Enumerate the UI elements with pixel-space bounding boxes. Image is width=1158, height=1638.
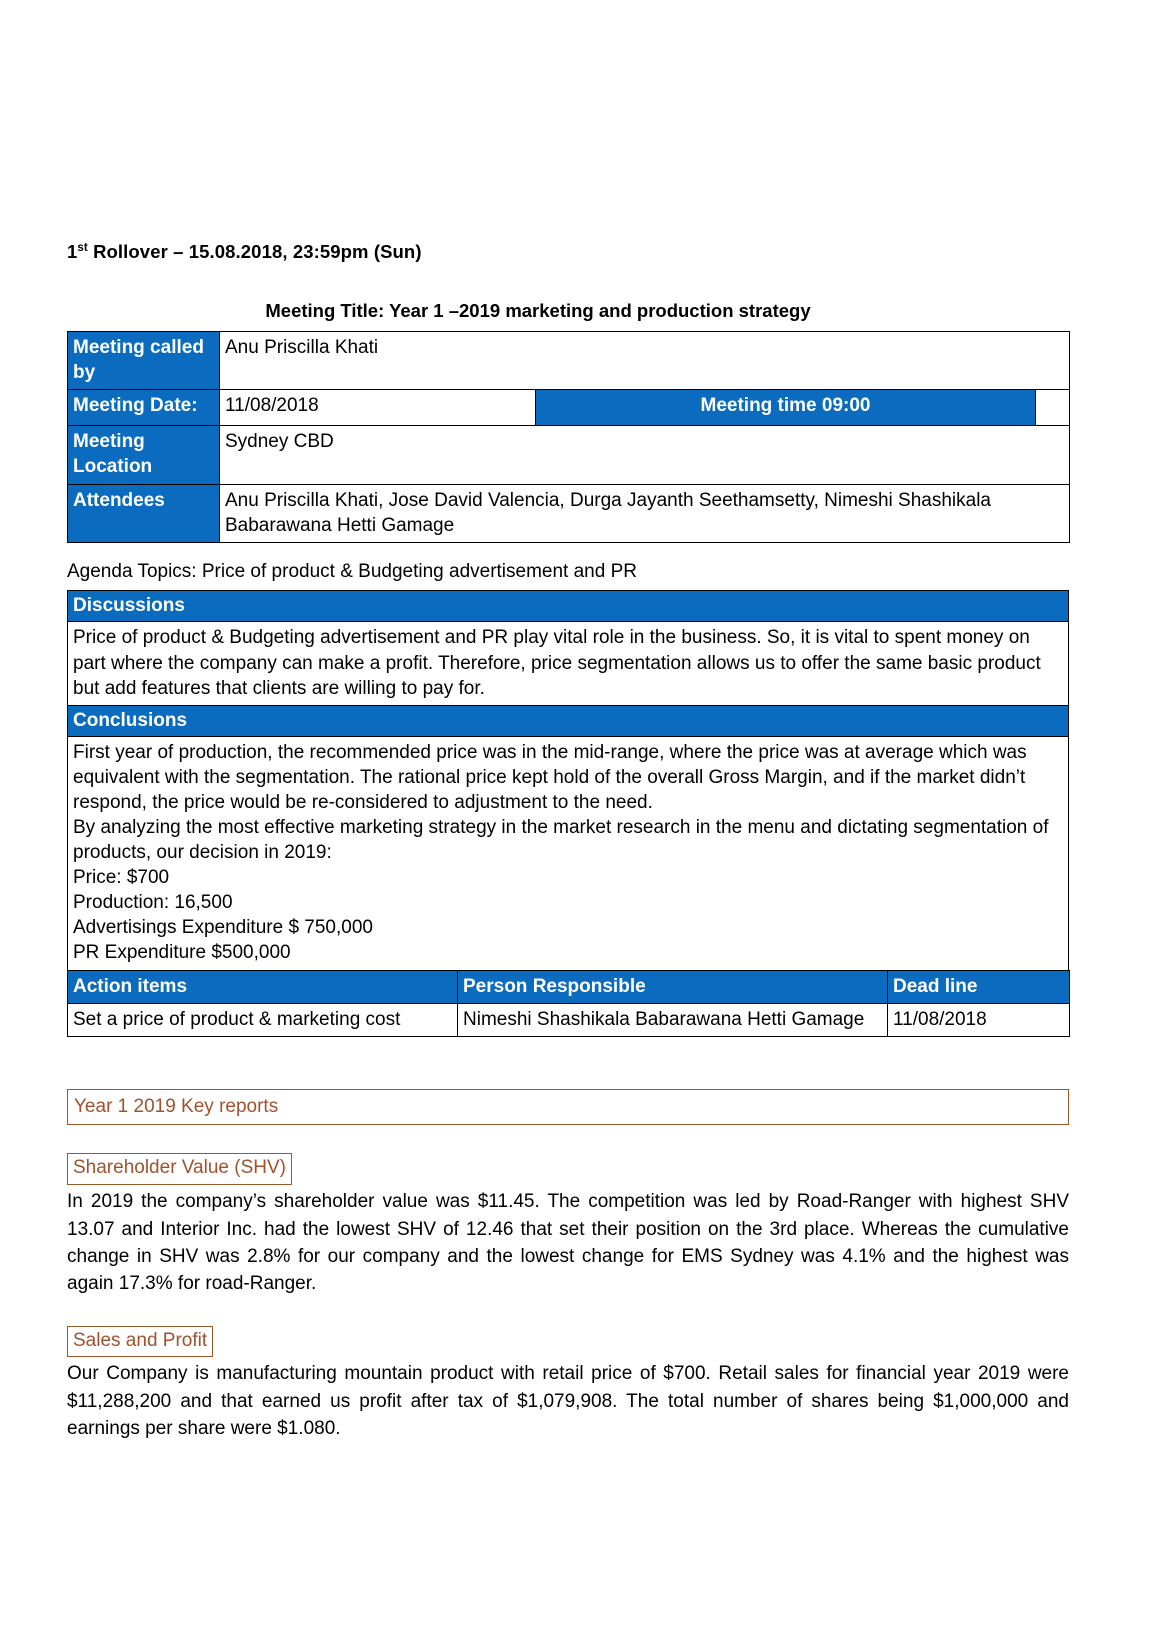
meeting-title: Meeting Title: Year 1 –2019 marketing an… — [265, 300, 811, 322]
agenda-topics-line: Agenda Topics: Price of product & Budget… — [67, 560, 637, 582]
table-row: Meeting Date: 11/08/2018 Meeting time 09… — [67, 389, 1071, 427]
meeting-info-spacer-cell — [1034, 389, 1071, 427]
action-items-table: Action items Person Responsible Dead lin… — [67, 969, 1070, 1037]
conclusions-paragraph-1: First year of production, the recommende… — [73, 741, 1027, 813]
conclusions-production-line: Production: 16,500 — [73, 892, 233, 914]
sales-and-profit-paragraph: Our Company is manufacturing mountain pr… — [67, 1363, 1069, 1440]
meeting-date-value: 11/08/2018 — [219, 389, 536, 427]
rollover-heading-ordinal-suffix: st — [77, 241, 88, 254]
shv-heading-wrap: Shareholder Value (SHV) — [67, 1153, 1069, 1186]
conclusions-header: Conclusions — [67, 704, 1069, 737]
discussions-header: Discussions — [67, 590, 1069, 623]
table-row: Set a price of product & marketing cost … — [67, 1002, 1070, 1037]
conclusions-pr-line: PR Expenditure $500,000 — [73, 942, 291, 964]
document-page: 1st Rollover – 15.08.2018, 23:59pm (Sun)… — [0, 0, 1158, 1638]
table-header-row: Action items Person Responsible Dead lin… — [67, 969, 1070, 1004]
discussions-body: Price of product & Budgeting advertiseme… — [67, 621, 1069, 706]
meeting-called-by-value: Anu Priscilla Khati — [218, 331, 1071, 391]
rollover-heading: 1st Rollover – 15.08.2018, 23:59pm (Sun) — [67, 240, 1069, 263]
shareholder-value-heading: Shareholder Value (SHV) — [67, 1153, 292, 1186]
meeting-info-table: Meeting called by Anu Priscilla Khati Me… — [67, 331, 1071, 543]
action-items-header: Action items — [67, 969, 458, 1004]
dead-line-header: Dead line — [887, 969, 1070, 1004]
table-row: Meeting called by Anu Priscilla Khati — [67, 331, 1071, 391]
key-reports-box-title: Year 1 2019 Key reports — [67, 1088, 1069, 1126]
attendees-value: Anu Priscilla Khati, Jose David Valencia… — [218, 483, 1071, 543]
table-row: Price of product & Budgeting advertiseme… — [67, 621, 1069, 706]
table-row: Discussions — [67, 590, 1069, 623]
shareholder-value-paragraph: In 2019 the company’s shareholder value … — [67, 1191, 1069, 1295]
conclusions-paragraph-2: By analyzing the most effective marketin… — [73, 817, 1049, 864]
table-row: Attendees Anu Priscilla Khati, Jose Davi… — [67, 483, 1071, 543]
rollover-heading-number: 1 — [67, 241, 78, 262]
discussions-conclusions-table: Discussions Price of product & Budgeting… — [67, 590, 1069, 971]
table-row: Meeting Location Sydney CBD — [67, 425, 1071, 485]
conclusions-body: First year of production, the recommende… — [67, 735, 1069, 971]
conclusions-price-line: Price: $700 — [73, 867, 170, 889]
attendees-label: Attendees — [67, 483, 220, 543]
sales-profit-heading-wrap: Sales and Profit — [67, 1325, 1069, 1358]
action-item-cell: Set a price of product & marketing cost — [67, 1002, 458, 1037]
meeting-location-label: Meeting Location — [67, 425, 220, 485]
conclusions-advertising-line: Advertisings Expenditure $ 750,000 — [73, 917, 373, 939]
meeting-time-label: Meeting time 09:00 — [535, 389, 1036, 427]
person-responsible-header: Person Responsible — [457, 969, 888, 1004]
rollover-heading-text: Rollover – 15.08.2018, 23:59pm (Sun) — [87, 241, 422, 262]
dead-line-cell: 11/08/2018 — [887, 1002, 1070, 1037]
meeting-location-value: Sydney CBD — [218, 425, 1071, 485]
table-row: First year of production, the recommende… — [67, 735, 1069, 971]
table-row: Conclusions — [67, 704, 1069, 737]
meeting-date-label: Meeting Date: — [67, 389, 220, 427]
document-body: 1st Rollover – 15.08.2018, 23:59pm (Sun)… — [67, 240, 1071, 1443]
sales-and-profit-heading: Sales and Profit — [67, 1325, 214, 1358]
person-responsible-cell: Nimeshi Shashikala Babarawana Hetti Gama… — [457, 1002, 888, 1037]
meeting-called-by-label: Meeting called by — [67, 331, 220, 391]
